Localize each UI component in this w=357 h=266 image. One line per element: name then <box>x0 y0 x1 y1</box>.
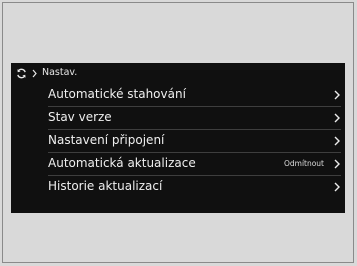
chevron-right-icon <box>334 90 340 100</box>
menu-item-label: Automatická aktualizace <box>48 156 196 170</box>
chevron-right-icon <box>32 69 37 78</box>
refresh-icon[interactable] <box>16 68 27 79</box>
breadcrumb: Nastav. <box>11 63 345 84</box>
menu-item-stav-verze[interactable]: Stav verze <box>11 107 345 129</box>
menu-item-label: Stav verze <box>48 110 112 124</box>
settings-screen: Nastav. Automatické stahování Stav verze… <box>11 63 345 213</box>
menu-item-value: Odmítnout <box>283 159 324 168</box>
menu-item-nastaveni-pripojeni[interactable]: Nastavení připojení <box>11 130 345 152</box>
chevron-right-icon <box>334 182 340 192</box>
menu-item-historie-aktualizaci[interactable]: Historie aktualizací <box>11 176 345 198</box>
page-title: Nastav. <box>42 67 78 78</box>
chevron-right-icon <box>334 113 340 123</box>
menu-item-label: Nastavení připojení <box>48 133 165 147</box>
menu-item-label: Automatické stahování <box>48 87 186 101</box>
menu-item-automaticka-aktualizace[interactable]: Automatická aktualizace Odmítnout <box>11 153 345 175</box>
menu-item-label: Historie aktualizací <box>48 179 163 193</box>
menu-item-automaticke-stahovani[interactable]: Automatické stahování <box>11 84 345 106</box>
chevron-right-icon <box>334 136 340 146</box>
chevron-right-icon <box>334 159 340 169</box>
